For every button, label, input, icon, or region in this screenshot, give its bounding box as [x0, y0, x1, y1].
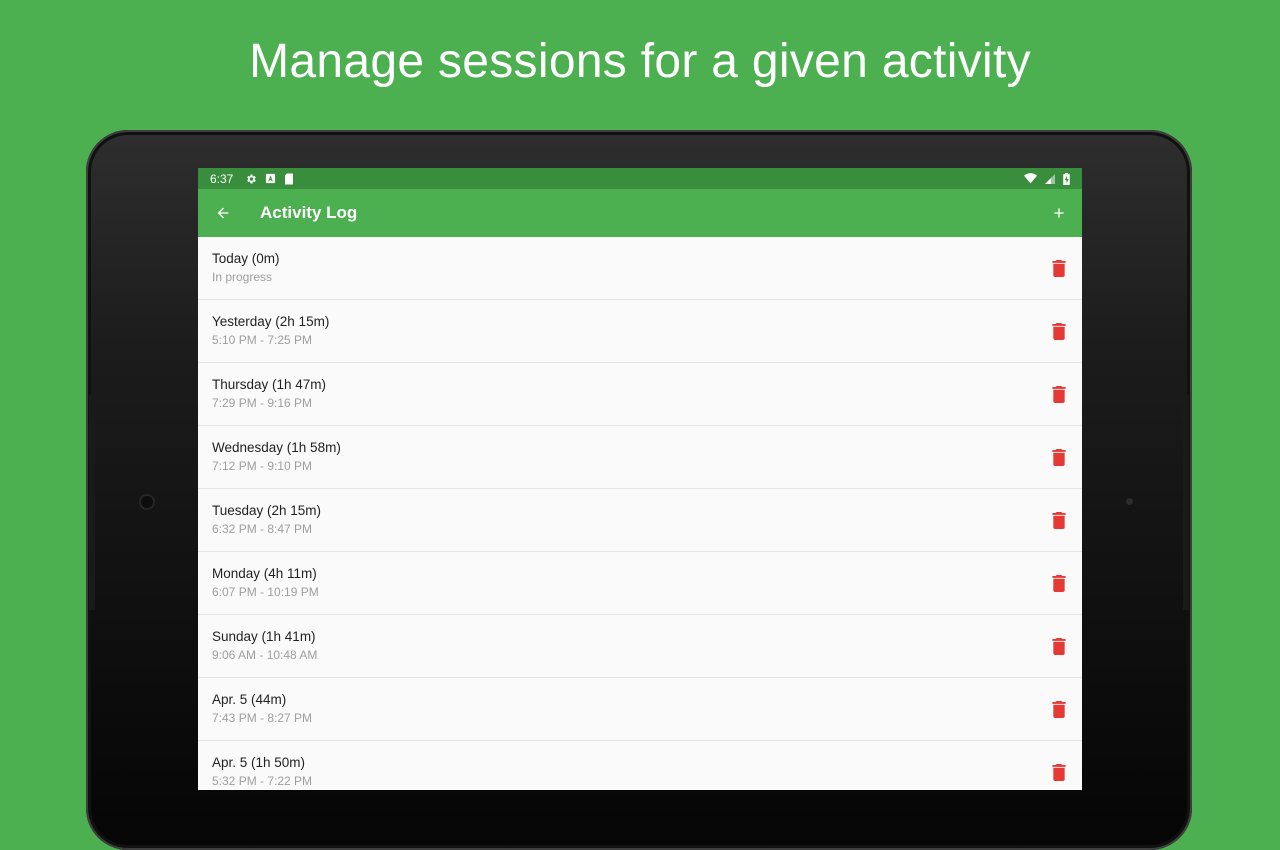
session-row[interactable]: Monday (4h 11m) 6:07 PM - 10:19 PM: [198, 552, 1082, 615]
session-subtitle: 7:43 PM - 8:27 PM: [212, 711, 313, 725]
session-row[interactable]: Tuesday (2h 15m) 6:32 PM - 8:47 PM: [198, 489, 1082, 552]
session-title: Sunday (1h 41m): [212, 629, 316, 644]
session-row[interactable]: Apr. 5 (1h 50m) 5:32 PM - 7:22 PM: [198, 741, 1082, 790]
delete-icon[interactable]: [1048, 635, 1070, 657]
page-title: Activity Log: [260, 203, 358, 222]
session-row[interactable]: Thursday (1h 47m) 7:29 PM - 9:16 PM: [198, 363, 1082, 426]
delete-icon[interactable]: [1048, 761, 1070, 783]
delete-icon[interactable]: [1048, 446, 1070, 468]
delete-icon[interactable]: [1048, 509, 1070, 531]
delete-icon[interactable]: [1048, 257, 1070, 279]
status-time: 6:37: [210, 171, 234, 186]
session-subtitle: In progress: [212, 270, 273, 284]
session-title: Tuesday (2h 15m): [212, 503, 322, 518]
app-bar: Activity Log: [198, 189, 1082, 237]
session-subtitle: 6:07 PM - 10:19 PM: [212, 585, 319, 599]
headline: Manage sessions for a given activity: [249, 35, 1031, 88]
delete-icon[interactable]: [1048, 320, 1070, 342]
plus-icon[interactable]: [1048, 202, 1070, 224]
session-subtitle: 5:10 PM - 7:25 PM: [212, 333, 313, 347]
session-subtitle: 6:32 PM - 8:47 PM: [212, 522, 313, 536]
battery-icon: [1063, 172, 1070, 185]
session-title: Today (0m): [212, 251, 280, 266]
session-row[interactable]: Apr. 5 (44m) 7:43 PM - 8:27 PM: [198, 678, 1082, 741]
front-camera: [141, 496, 153, 508]
keyboard-a-icon: [265, 173, 276, 184]
settings-icon: [245, 173, 257, 185]
arrow-back-icon[interactable]: [212, 202, 234, 224]
signal-icon: [1045, 173, 1055, 184]
delete-icon[interactable]: [1048, 698, 1070, 720]
session-title: Apr. 5 (1h 50m): [212, 755, 306, 770]
session-title: Thursday (1h 47m): [212, 377, 327, 392]
status-bar: 6:37: [198, 168, 1082, 189]
session-row[interactable]: Yesterday (2h 15m) 5:10 PM - 7:25 PM: [198, 300, 1082, 363]
session-row[interactable]: Wednesday (1h 58m) 7:12 PM - 9:10 PM: [198, 426, 1082, 489]
sensor: [1126, 498, 1133, 505]
delete-icon[interactable]: [1048, 572, 1070, 594]
device-screen: 6:37 Activity Log Today (0m) In progress…: [198, 168, 1082, 790]
session-subtitle: 7:29 PM - 9:16 PM: [212, 396, 313, 410]
tablet-side-edge-left: [89, 395, 95, 610]
session-list: Today (0m) In progress Yesterday (2h 15m…: [198, 237, 1082, 790]
session-title: Monday (4h 11m): [212, 566, 317, 581]
session-title: Yesterday (2h 15m): [212, 314, 330, 329]
session-title: Apr. 5 (44m): [212, 692, 287, 707]
sd-card-icon: [284, 173, 294, 185]
wifi-icon: [1024, 173, 1037, 184]
session-subtitle: 7:12 PM - 9:10 PM: [212, 459, 313, 473]
session-subtitle: 9:06 AM - 10:48 AM: [212, 648, 318, 662]
session-row[interactable]: Today (0m) In progress: [198, 237, 1082, 300]
session-row[interactable]: Sunday (1h 41m) 9:06 AM - 10:48 AM: [198, 615, 1082, 678]
session-title: Wednesday (1h 58m): [212, 440, 341, 455]
delete-icon[interactable]: [1048, 383, 1070, 405]
tablet-side-edge-right: [1183, 395, 1189, 610]
session-subtitle: 5:32 PM - 7:22 PM: [212, 774, 313, 788]
